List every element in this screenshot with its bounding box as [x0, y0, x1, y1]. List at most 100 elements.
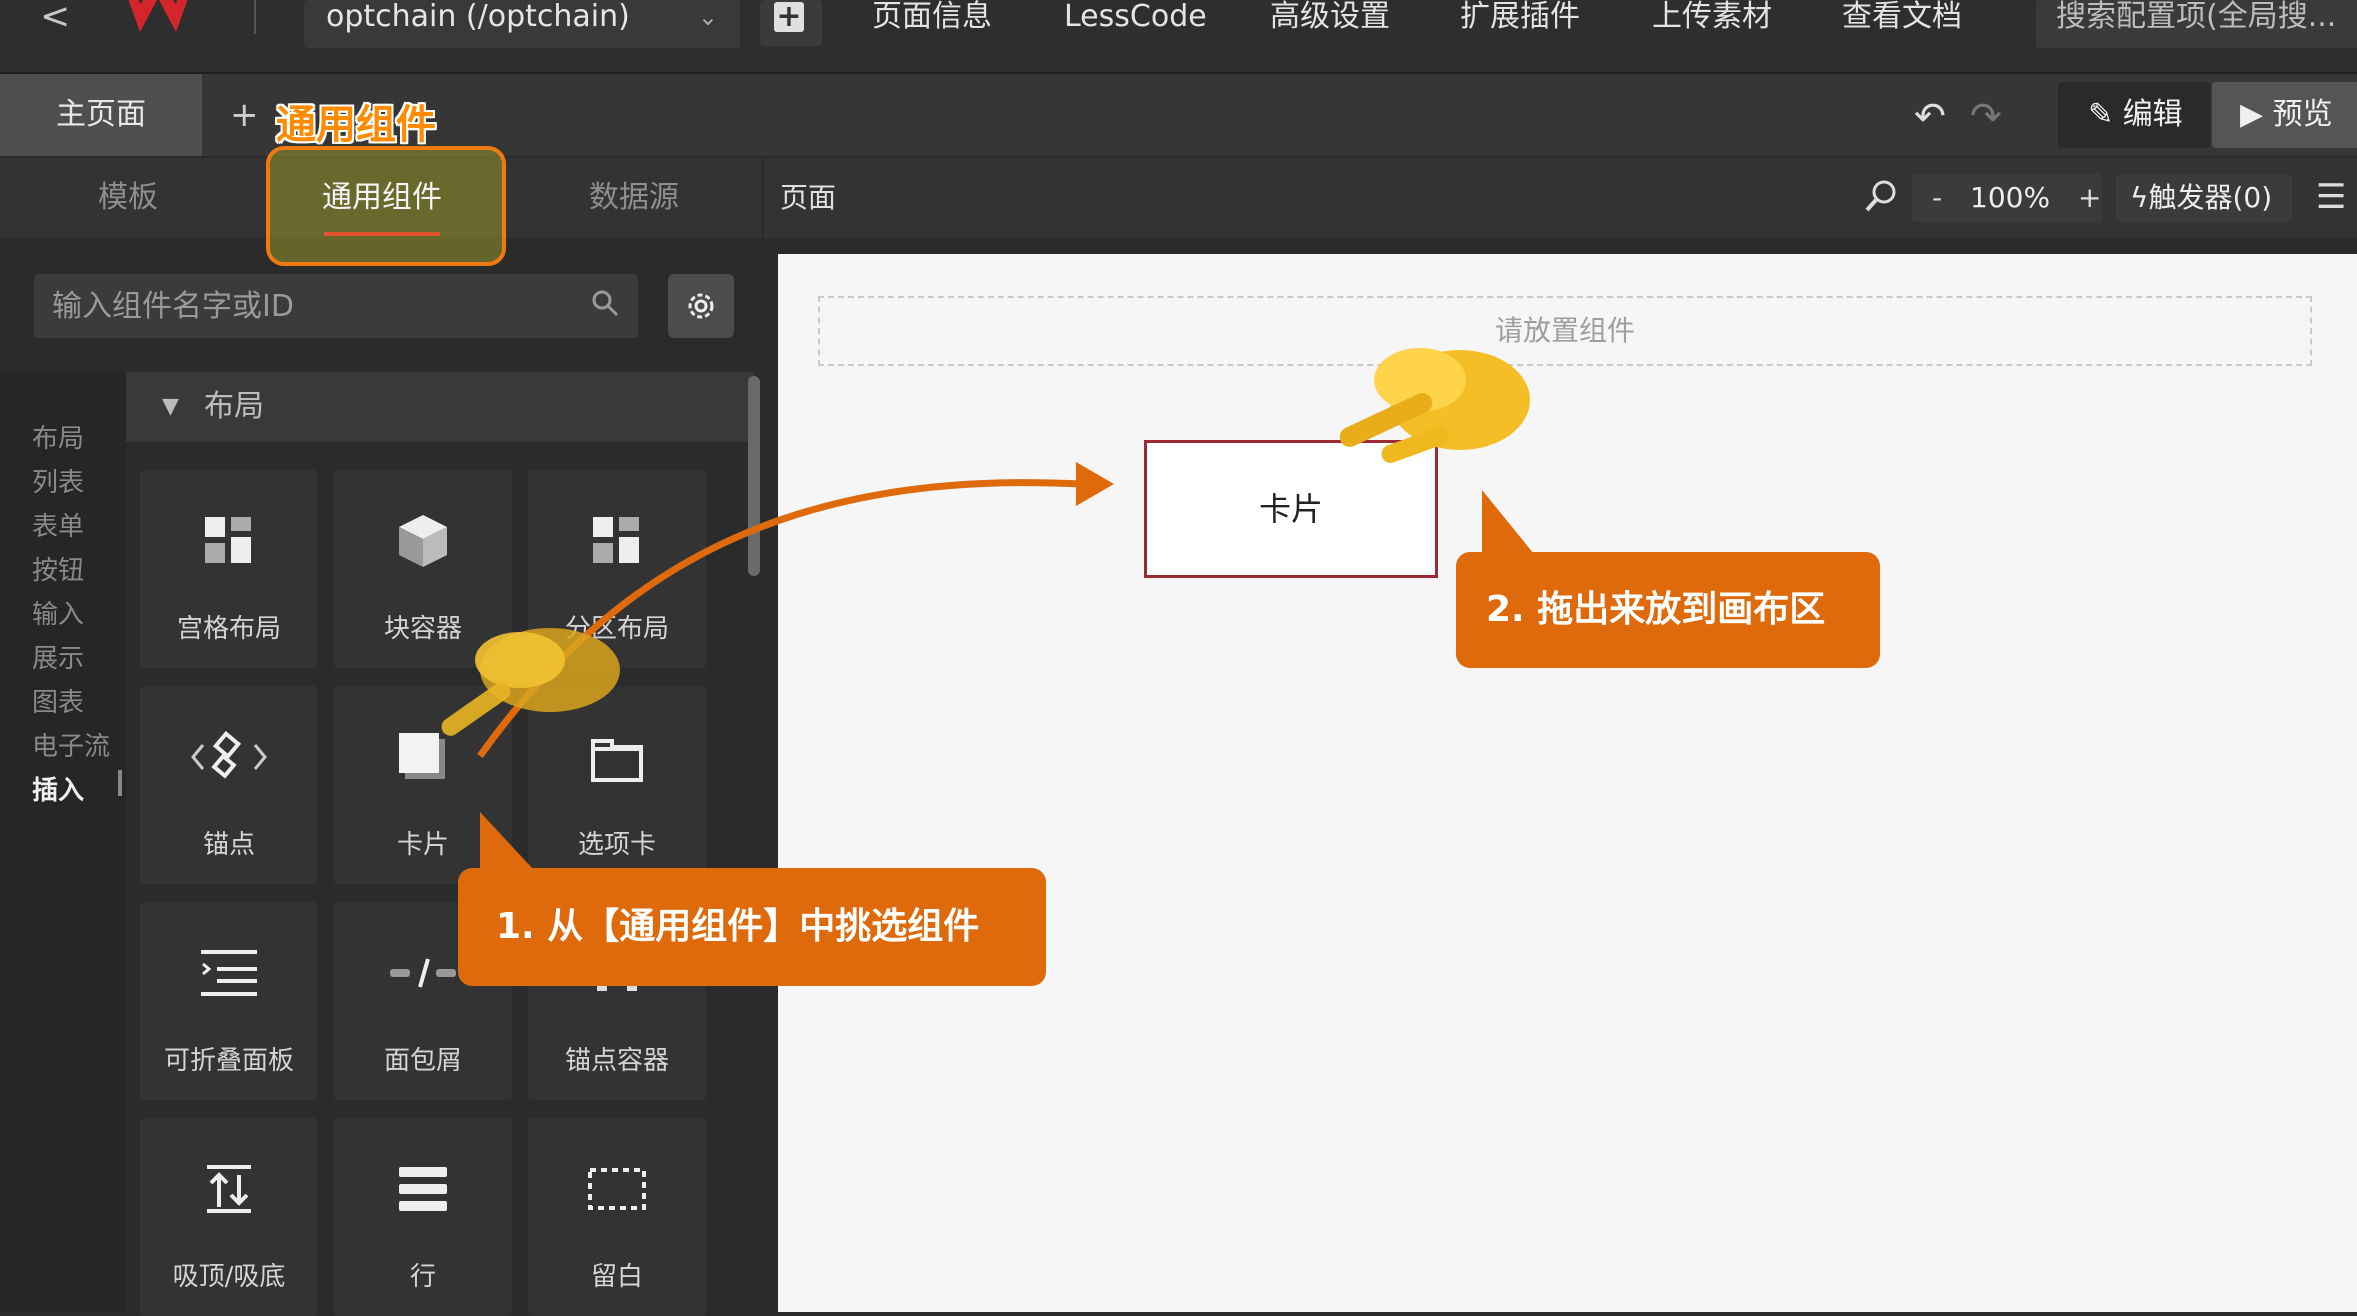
- row-icon: [334, 1154, 512, 1224]
- redo-icon[interactable]: ↷: [1970, 94, 2002, 138]
- panel-tabs: 模板 通用组件 数据源: [0, 146, 762, 266]
- app-selector-value: optchain (/optchain): [326, 0, 630, 34]
- active-tab-underline: [324, 232, 440, 236]
- edit-label: 编辑: [2122, 97, 2183, 132]
- dropped-card-label: 卡片: [1258, 490, 1323, 528]
- drop-zone-hint: 请放置组件: [1494, 314, 1635, 347]
- menu-advanced-settings[interactable]: 高级设置: [1270, 0, 1390, 34]
- caret-down-icon: ▼: [162, 394, 179, 419]
- component-label: 分区布局: [564, 614, 669, 644]
- component-row[interactable]: 行: [334, 1118, 512, 1316]
- global-search-input[interactable]: 搜索配置项(全局搜...: [2036, 0, 2357, 48]
- component-section-layout[interactable]: 分区布局: [528, 470, 706, 668]
- component-panel: 模板 通用组件 数据源 布局 列表 表单 按钮 输入 展示 图表 电子流 插入 …: [0, 146, 762, 1316]
- component-label: 可折叠面板: [163, 1046, 294, 1076]
- category-list[interactable]: 列表: [32, 462, 84, 499]
- component-label: 锚点: [202, 830, 255, 860]
- menu-extensions[interactable]: 扩展插件: [1460, 0, 1580, 34]
- add-tab-icon[interactable]: +: [230, 74, 259, 156]
- app-selector[interactable]: optchain (/optchain) ⌄: [304, 0, 740, 48]
- edit-button[interactable]: ✎ 编辑: [2058, 82, 2210, 148]
- menu-upload-assets[interactable]: 上传素材: [1652, 0, 1772, 34]
- category-nav: 布局 列表 表单 按钮 输入 展示 图表 电子流 插入: [0, 372, 126, 1312]
- spacer-icon: [528, 1154, 706, 1224]
- drop-zone[interactable]: 请放置组件: [818, 296, 2312, 366]
- gear-icon: [688, 293, 714, 319]
- dropped-card-component[interactable]: 卡片: [1144, 440, 1438, 578]
- card-icon: [334, 722, 512, 792]
- component-tabs[interactable]: 选项卡: [528, 686, 706, 884]
- add-page-button[interactable]: +: [760, 0, 822, 46]
- component-search: [34, 274, 638, 338]
- category-layout[interactable]: 布局: [32, 418, 84, 455]
- component-spacer[interactable]: 留白: [528, 1118, 706, 1316]
- component-anchor[interactable]: 锚点: [140, 686, 318, 884]
- panel-settings-button[interactable]: [668, 274, 734, 338]
- menu-lesscode[interactable]: LessCode: [1064, 0, 1207, 34]
- canvas-header: 页面 - 100% + ϟ触发器(0) ☰: [764, 158, 2357, 238]
- menu-page-info[interactable]: 页面信息: [872, 0, 992, 34]
- component-sticky[interactable]: 吸顶/吸底: [140, 1118, 318, 1316]
- component-search-input[interactable]: [34, 274, 610, 338]
- page-tab-bar: 主页面 + 通用组件 ↶ ↷ ✎ 编辑 ▶ 预览: [0, 74, 2357, 156]
- group-header-layout[interactable]: ▼ 布局: [126, 372, 754, 442]
- trigger-button[interactable]: ϟ触发器(0): [2116, 174, 2292, 222]
- component-label: 选项卡: [577, 830, 656, 860]
- block-container-icon: [334, 506, 512, 576]
- undo-icon[interactable]: ↶: [1914, 94, 1946, 138]
- trigger-label: 触发器(0): [2148, 181, 2273, 214]
- search-icon[interactable]: [590, 288, 620, 318]
- zoom-out-button[interactable]: -: [1932, 174, 1942, 222]
- step1-callout: 1. 从【通用组件】中挑选组件: [458, 868, 1046, 986]
- global-search-placeholder: 搜索配置项(全局搜...: [2056, 0, 2337, 34]
- component-grid-layout[interactable]: 宫格布局: [140, 470, 318, 668]
- component-collapse-panel[interactable]: 可折叠面板: [140, 902, 318, 1100]
- collapse-panel-icon: [140, 938, 318, 1008]
- category-display[interactable]: 展示: [32, 638, 84, 675]
- group-title: 布局: [204, 389, 264, 424]
- tab-home-page[interactable]: 主页面: [0, 74, 202, 156]
- app-logo: [118, 0, 198, 44]
- component-label: 块容器: [383, 614, 462, 644]
- tab-templates[interactable]: 模板: [28, 158, 228, 238]
- zoom-in-button[interactable]: +: [2078, 174, 2101, 222]
- category-chart[interactable]: 图表: [32, 682, 84, 719]
- panel-scrollbar[interactable]: [748, 376, 760, 576]
- tab-data-source[interactable]: 数据源: [534, 158, 734, 238]
- category-workflow[interactable]: 电子流: [32, 726, 110, 763]
- preview-button[interactable]: ▶ 预览: [2212, 82, 2357, 148]
- category-insert[interactable]: 插入: [32, 770, 84, 807]
- component-label: 吸顶/吸底: [172, 1262, 286, 1292]
- add-page-symbol: +: [776, 0, 802, 34]
- category-input[interactable]: 输入: [32, 594, 84, 631]
- canvas-title: 页面: [780, 181, 837, 214]
- component-label: 行: [409, 1262, 436, 1292]
- component-label: 留白: [590, 1262, 643, 1292]
- zoom-level: 100%: [1970, 181, 2051, 214]
- grid-layout-icon: [140, 506, 318, 576]
- component-block-container[interactable]: 块容器: [334, 470, 512, 668]
- section-layout-icon: [528, 506, 706, 576]
- preview-label: 预览: [2272, 97, 2333, 132]
- category-button[interactable]: 按钮: [32, 550, 84, 587]
- tab-home-label: 主页面: [56, 97, 146, 132]
- annotation-title: 通用组件: [276, 102, 436, 148]
- tab-common-components[interactable]: 通用组件: [282, 158, 482, 238]
- step2-text: 2. 拖出来放到画布区: [1486, 589, 1826, 630]
- component-card[interactable]: 卡片: [334, 686, 512, 884]
- topbar-divider: [254, 0, 256, 34]
- chevron-down-icon: ⌄: [697, 3, 718, 31]
- lightning-icon: ϟ: [2130, 181, 2149, 214]
- zoom-search-icon[interactable]: [1864, 178, 1900, 214]
- hamburger-menu-icon[interactable]: ☰: [2316, 180, 2346, 214]
- design-canvas[interactable]: 请放置组件 卡片: [778, 254, 2357, 1312]
- step2-callout: 2. 拖出来放到画布区: [1456, 552, 1880, 668]
- menu-docs[interactable]: 查看文档: [1842, 0, 1962, 34]
- component-label: 锚点容器: [564, 1046, 669, 1076]
- step1-text: 1. 从【通用组件】中挑选组件: [496, 906, 980, 947]
- category-form[interactable]: 表单: [32, 506, 84, 543]
- top-bar: < optchain (/optchain) ⌄ + 页面信息 LessCode…: [0, 0, 2357, 74]
- tabs-icon: [528, 722, 706, 792]
- back-button[interactable]: <: [40, 0, 80, 40]
- component-label: 宫格布局: [176, 614, 281, 644]
